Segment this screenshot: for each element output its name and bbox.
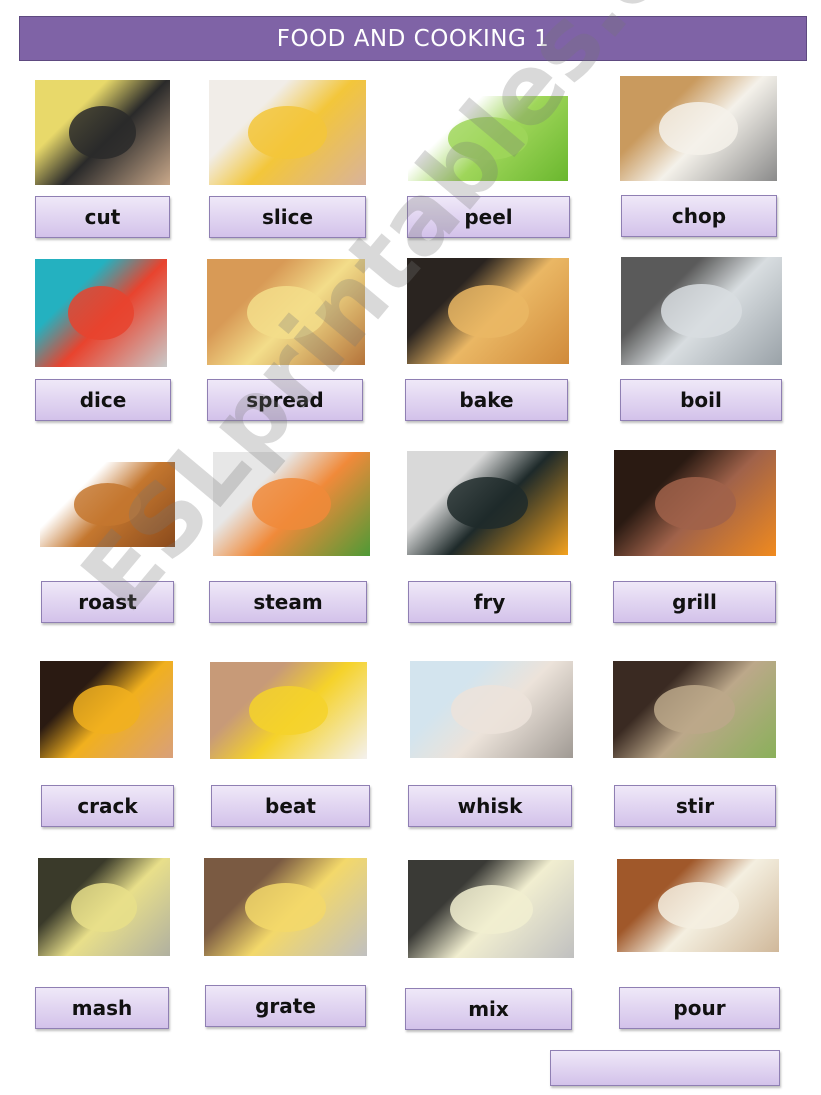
food-shape xyxy=(248,106,327,159)
word-label: dice xyxy=(35,379,171,421)
food-shape xyxy=(657,882,739,929)
word-label: grate xyxy=(205,985,366,1027)
slicing-lemon-photo xyxy=(209,80,366,185)
peeling-apple-photo xyxy=(408,96,568,181)
food-shape xyxy=(450,685,533,734)
food-shape xyxy=(68,106,137,159)
grating-cheese-photo xyxy=(204,858,367,956)
word-label: slice xyxy=(209,196,366,238)
food-shape xyxy=(447,477,528,529)
food-shape xyxy=(447,284,529,338)
food-shape xyxy=(246,285,326,339)
word-label: stir xyxy=(614,785,776,827)
dicing-tomato-photo xyxy=(35,259,167,367)
cracking-egg-photo xyxy=(40,661,173,758)
food-shape xyxy=(73,483,142,526)
word-label: chop xyxy=(621,195,777,237)
word-label: bake xyxy=(405,379,568,421)
food-shape xyxy=(73,685,140,734)
food-shape xyxy=(249,686,328,735)
whisking-flour-photo xyxy=(410,661,573,758)
food-shape xyxy=(71,882,137,932)
food-shape xyxy=(449,884,533,934)
steamed-vegetables-photo xyxy=(213,452,370,556)
mashing-potatoes-photo xyxy=(38,858,170,956)
word-label: roast xyxy=(41,581,174,623)
roast-chicken-photo xyxy=(40,462,175,547)
word-label: crack xyxy=(41,785,174,827)
page-title: FOOD AND COOKING 1 xyxy=(19,16,807,61)
word-label: whisk xyxy=(408,785,572,827)
word-label: beat xyxy=(211,785,370,827)
beating-eggs-photo xyxy=(210,662,367,759)
word-label: steam xyxy=(209,581,367,623)
grilling-burgers-photo xyxy=(614,450,776,556)
food-shape xyxy=(244,882,327,932)
word-label: peel xyxy=(407,196,570,238)
blank-answer-box[interactable] xyxy=(550,1050,780,1086)
boiling-pot-photo xyxy=(621,257,782,365)
word-label: mash xyxy=(35,987,169,1029)
spreading-butter-photo xyxy=(207,259,365,365)
food-shape xyxy=(659,102,738,155)
word-label: fry xyxy=(408,581,571,623)
food-shape xyxy=(68,286,134,340)
food-shape xyxy=(661,284,742,338)
stirring-pot-photo xyxy=(613,661,776,758)
chopping-onion-photo xyxy=(620,76,777,181)
food-shape xyxy=(653,685,736,734)
mixing-batter-photo xyxy=(408,860,574,958)
frying-eggs-photo xyxy=(407,451,568,555)
word-label: cut xyxy=(35,196,170,238)
word-label: grill xyxy=(613,581,776,623)
food-shape xyxy=(654,476,736,530)
word-label: spread xyxy=(207,379,363,421)
baking-pie-photo xyxy=(407,258,569,364)
food-shape xyxy=(252,478,331,530)
word-label: mix xyxy=(405,988,572,1030)
word-label: boil xyxy=(620,379,782,421)
pouring-cream-photo xyxy=(617,859,779,952)
food-shape xyxy=(448,117,528,160)
word-label: pour xyxy=(619,987,780,1029)
cutting-potato-photo xyxy=(35,80,170,185)
